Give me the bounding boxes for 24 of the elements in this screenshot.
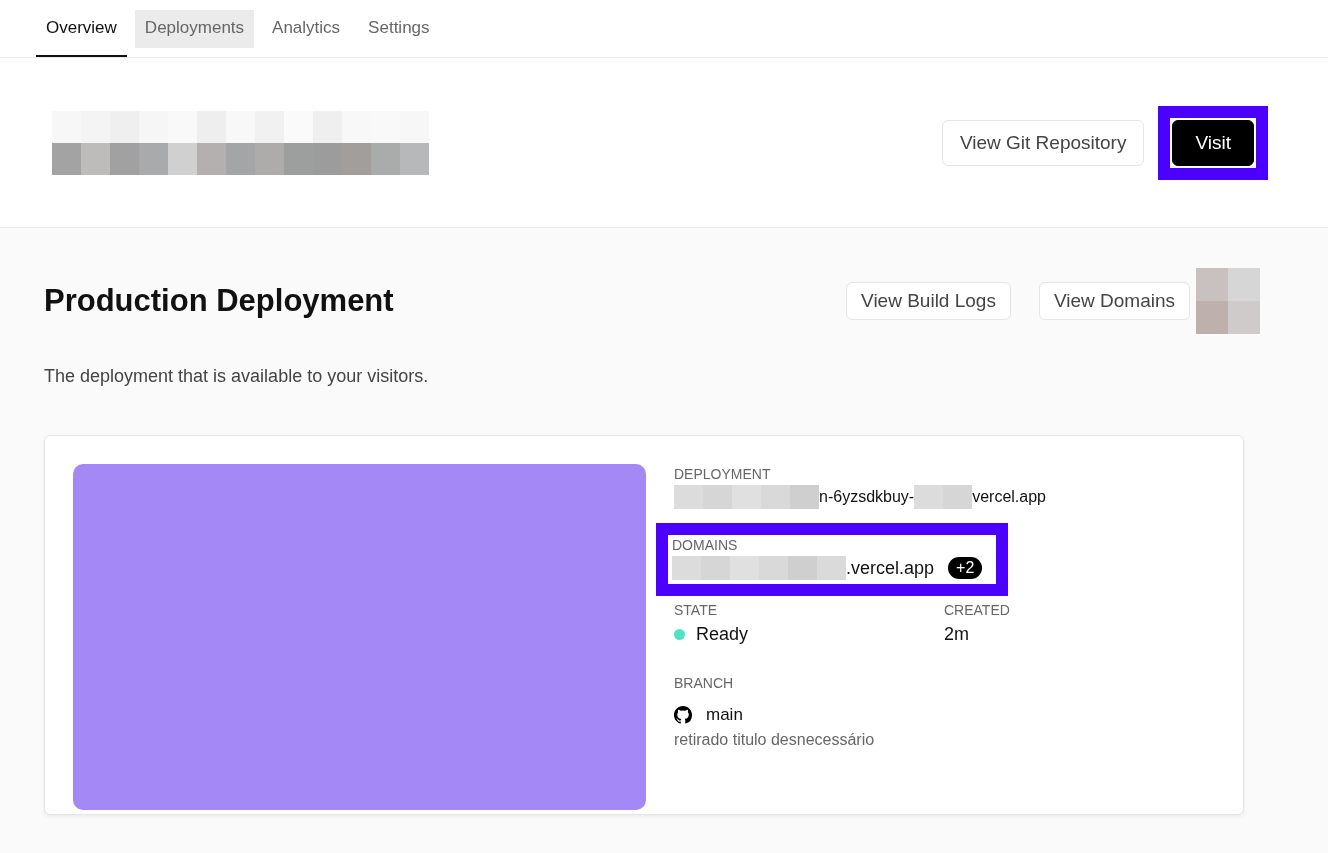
redaction-mosaic bbox=[914, 485, 973, 509]
commit-message: retirado titulo desnecessário bbox=[674, 731, 876, 749]
nav-tab[interactable]: Analytics bbox=[262, 0, 351, 57]
deployment-preview[interactable] bbox=[73, 464, 646, 810]
deployment-url: vercel.app bbox=[972, 488, 1046, 506]
field-label: CREATED bbox=[944, 602, 1011, 618]
github-icon bbox=[674, 706, 692, 724]
nav-tab[interactable]: Settings bbox=[358, 0, 440, 57]
created-time: 2m bbox=[944, 624, 969, 645]
field-label: STATE bbox=[674, 602, 719, 618]
deployment-url: n-6yzsdkbuy- bbox=[819, 488, 915, 506]
action-button[interactable]: View Domains bbox=[1038, 282, 1190, 320]
branch-name: main bbox=[706, 705, 743, 725]
field-label: DEPLOYMENT bbox=[674, 466, 772, 482]
field-label: BRANCH bbox=[674, 675, 735, 691]
status-text: Ready bbox=[696, 624, 749, 645]
visit-button[interactable]: Visit bbox=[1172, 119, 1254, 166]
field-label: DOMAINS bbox=[672, 537, 739, 553]
count-badge: +2 bbox=[948, 557, 983, 579]
section-title: Production Deployment bbox=[44, 283, 394, 319]
section-description: The deployment that is available to your visitors. bbox=[44, 366, 430, 387]
redaction-mosaic bbox=[1196, 268, 1260, 334]
action-button[interactable]: View Build Logs bbox=[846, 282, 1011, 320]
action-button[interactable]: View Git Repository bbox=[941, 119, 1145, 166]
